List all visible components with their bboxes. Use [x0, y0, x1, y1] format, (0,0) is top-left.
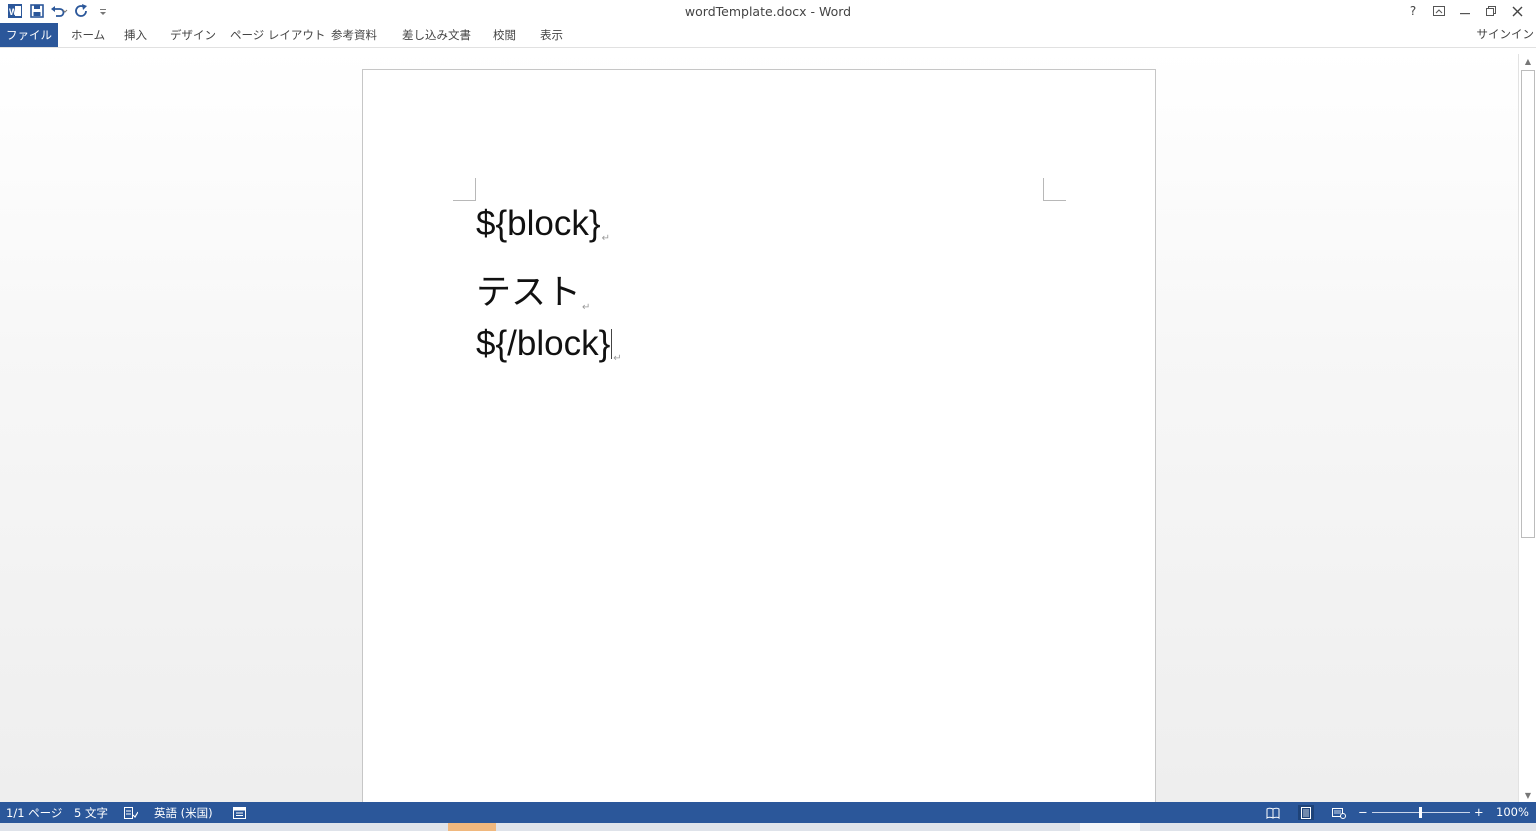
document-page[interactable]: ${block}↵ テスト↵ ${/block} ↵ — [362, 69, 1156, 802]
signin-link[interactable]: サインイン — [1477, 26, 1535, 42]
margin-corner-top-right — [1043, 178, 1066, 201]
window-controls: ? — [1400, 2, 1530, 20]
tab-design[interactable]: デザイン — [164, 24, 222, 46]
macro-recording-icon[interactable] — [231, 805, 247, 820]
paragraph-mark-icon: ↵ — [613, 353, 622, 364]
tab-references[interactable]: 参考資料 — [325, 24, 383, 46]
scrollbar-thumb[interactable] — [1521, 70, 1535, 538]
customize-qat-icon[interactable] — [94, 2, 112, 20]
web-layout-icon[interactable] — [1331, 805, 1347, 820]
paragraph-mark-icon: ↵ — [601, 233, 610, 244]
tab-mailings[interactable]: 差し込み文書 — [396, 24, 477, 46]
zoom-out-button[interactable]: − — [1358, 805, 1368, 819]
paragraph-text: テスト — [476, 273, 582, 312]
tab-view[interactable]: 表示 — [534, 24, 569, 46]
margin-corner-top-left — [453, 178, 476, 201]
save-icon[interactable] — [28, 2, 46, 20]
paragraph-mark-icon: ↵ — [582, 302, 591, 313]
tab-review[interactable]: 校閲 — [487, 24, 522, 46]
ribbon-display-options-icon[interactable] — [1426, 2, 1452, 20]
page-count[interactable]: 1/1 ページ — [6, 805, 62, 821]
paragraph-text: ${/block} — [476, 324, 611, 363]
status-bar: 1/1 ページ 5 文字 英語 (米国) − + 100% — [0, 802, 1536, 823]
document-area: ${block}↵ テスト↵ ${/block} ↵ — [0, 48, 1518, 802]
tab-file[interactable]: ファイル — [0, 23, 58, 47]
read-mode-icon[interactable] — [1265, 805, 1281, 820]
print-layout-icon[interactable] — [1298, 805, 1314, 820]
paragraph[interactable]: テスト↵ — [476, 264, 590, 315]
help-icon[interactable]: ? — [1400, 2, 1426, 20]
paragraph[interactable]: ${block}↵ — [476, 204, 610, 244]
paragraph-text: ${block} — [476, 204, 601, 243]
undo-icon[interactable] — [50, 2, 68, 20]
redo-icon[interactable] — [72, 2, 90, 20]
zoom-slider-thumb[interactable] — [1419, 807, 1422, 818]
word-count[interactable]: 5 文字 — [74, 805, 108, 821]
scroll-down-arrow-icon[interactable]: ▼ — [1519, 788, 1536, 802]
tab-page-layout[interactable]: ページ レイアウト — [224, 24, 331, 46]
close-icon[interactable] — [1504, 2, 1530, 20]
document-title: wordTemplate.docx - Word — [684, 4, 852, 19]
scroll-up-arrow-icon[interactable]: ▲ — [1519, 54, 1536, 68]
tab-insert[interactable]: 挿入 — [118, 24, 153, 46]
vertical-scrollbar[interactable]: ▲ ▼ — [1518, 54, 1536, 802]
restore-icon[interactable] — [1478, 2, 1504, 20]
paragraph[interactable]: ${/block} ↵ — [476, 324, 622, 364]
taskbar-highlight — [448, 823, 496, 831]
word-logo-icon[interactable]: W — [6, 2, 24, 20]
ribbon-tabs: ファイル ホーム 挿入 デザイン ページ レイアウト 参考資料 差し込み文書 校… — [0, 22, 1536, 48]
zoom-level[interactable]: 100% — [1496, 805, 1529, 819]
proofing-icon[interactable] — [123, 805, 139, 820]
taskbar-item — [1080, 823, 1140, 831]
svg-text:W: W — [9, 7, 18, 17]
language-indicator[interactable]: 英語 (米国) — [154, 805, 213, 821]
title-bar: W wordTemplate.docx - Word ? — [0, 0, 1536, 22]
tab-home[interactable]: ホーム — [65, 24, 111, 46]
minimize-icon[interactable] — [1452, 2, 1478, 20]
quick-access-toolbar: W — [6, 2, 112, 20]
taskbar-strip — [0, 823, 1536, 831]
zoom-in-button[interactable]: + — [1474, 805, 1484, 819]
